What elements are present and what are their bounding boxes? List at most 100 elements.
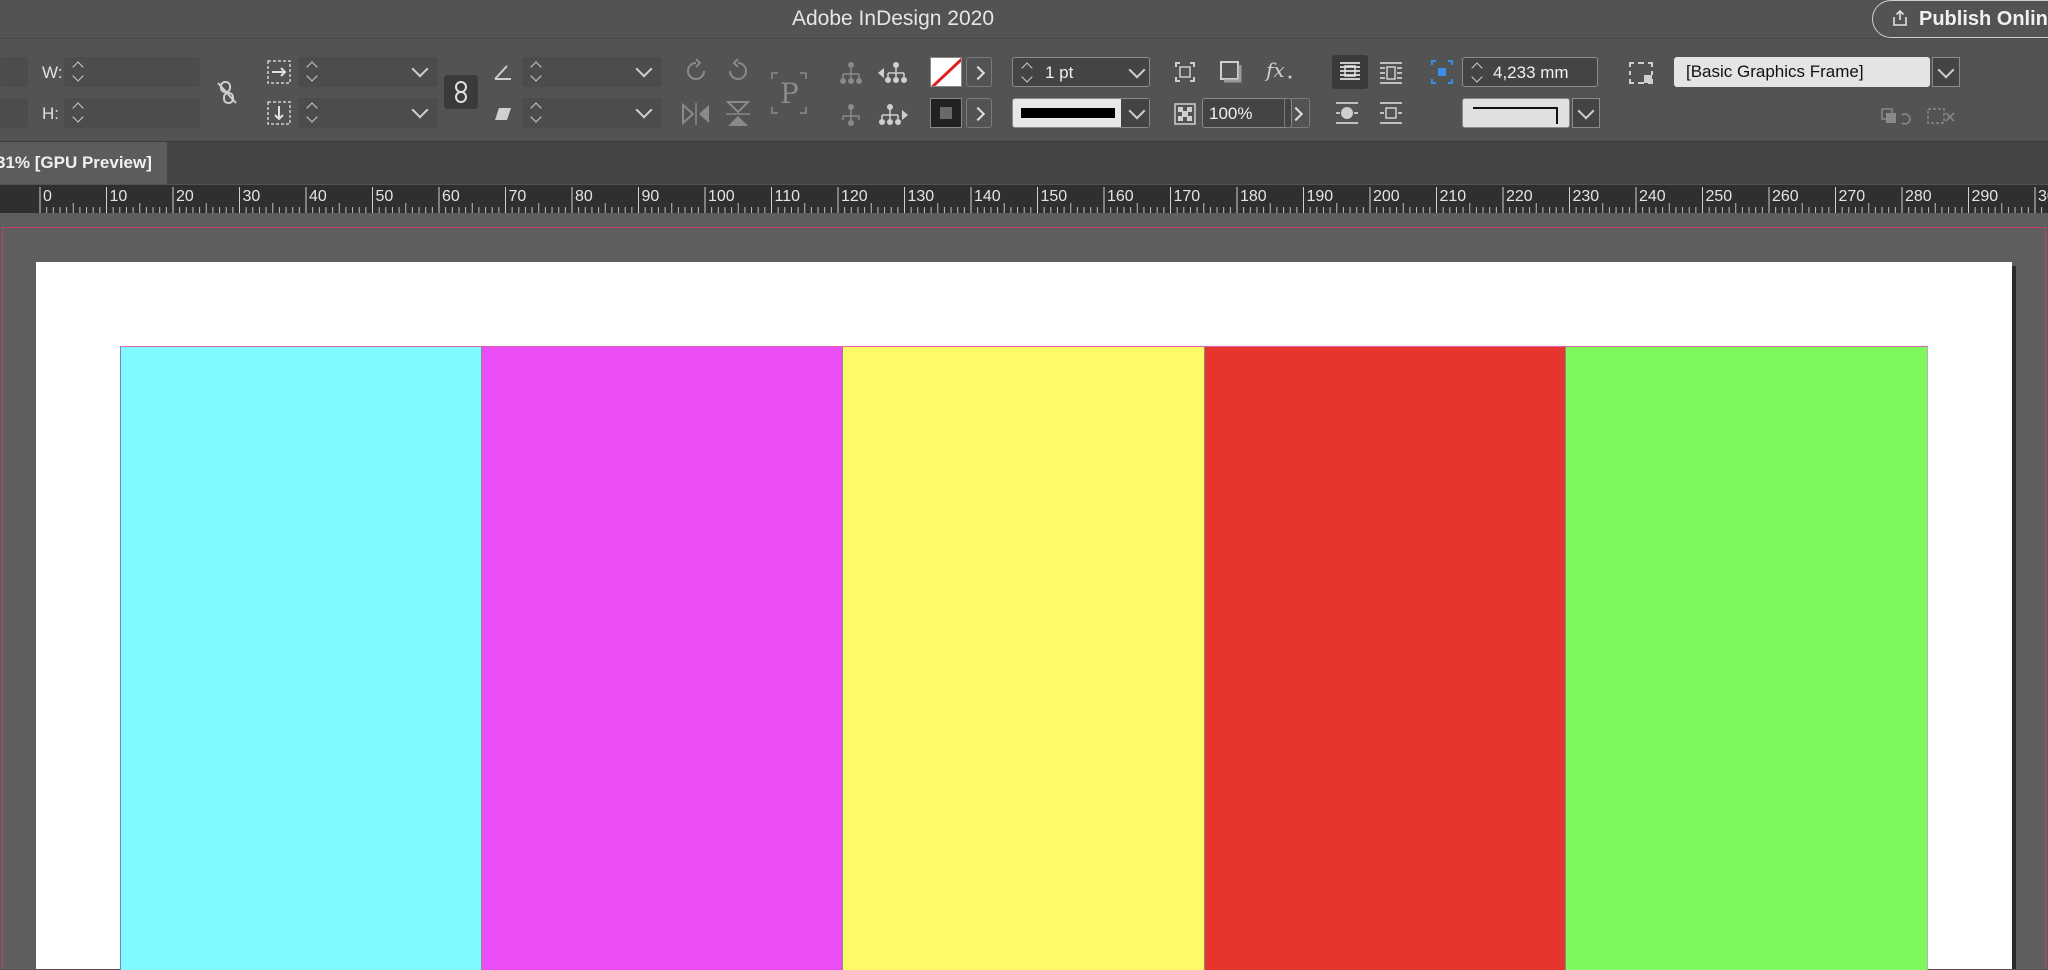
- ruler-label: 110: [775, 188, 801, 206]
- clear-attributes-icon[interactable]: [1926, 105, 1958, 127]
- share-icon: [1891, 9, 1909, 27]
- ruler-label: 260: [1772, 188, 1799, 206]
- jump-object-icon[interactable]: [1378, 101, 1404, 125]
- publish-online-button[interactable]: Publish Online: [1872, 0, 2048, 38]
- clear-overrides-icon[interactable]: [1880, 105, 1912, 127]
- shear-stepper[interactable]: [528, 100, 544, 126]
- ruler-label: 230: [1573, 188, 1600, 206]
- app-title: Adobe InDesign 2020: [0, 7, 1786, 31]
- color-stripes-group: [120, 346, 1928, 969]
- ruler-label: 10: [110, 188, 128, 206]
- x-field[interactable]: [0, 57, 28, 87]
- color-stripe-frame[interactable]: [482, 347, 844, 970]
- select-content-icon[interactable]: [836, 101, 866, 129]
- select-previous-object-icon[interactable]: [876, 59, 910, 87]
- link-icon: [453, 80, 469, 104]
- flip-vertical-icon[interactable]: [724, 99, 752, 129]
- fill-menu-button[interactable]: [966, 57, 992, 87]
- unlink-proportions-icon[interactable]: [216, 79, 238, 107]
- frame-inset-stepper[interactable]: [1469, 60, 1485, 86]
- scale-x-stepper[interactable]: [304, 59, 320, 85]
- stroke-swatch-inner: [940, 107, 952, 119]
- scale-x-field[interactable]: [298, 57, 438, 87]
- color-stripe-frame[interactable]: [1566, 347, 1928, 970]
- horizontal-ruler[interactable]: 0102030405060708090100110120130140150160…: [0, 185, 2048, 214]
- document-tab[interactable]: 31% [GPU Preview]: [0, 142, 167, 184]
- scale-y-stepper[interactable]: [304, 100, 320, 126]
- stroke-swatch[interactable]: [930, 98, 962, 128]
- frame-inset-field[interactable]: 4,233 mm: [1462, 57, 1598, 87]
- ruler-label: 90: [642, 188, 660, 206]
- rotation-angle-icon: [492, 61, 514, 83]
- rotation-stepper[interactable]: [528, 59, 544, 85]
- width-field[interactable]: [64, 57, 200, 87]
- no-text-wrap-button[interactable]: [1332, 55, 1368, 89]
- corner-shape-field[interactable]: [1462, 98, 1570, 128]
- ruler-label: 150: [1041, 188, 1068, 206]
- chevron-down-icon[interactable]: [412, 61, 429, 78]
- color-stripe-frame[interactable]: [843, 347, 1205, 970]
- ruler-label: 60: [442, 188, 460, 206]
- ruler-label: 240: [1639, 188, 1666, 206]
- ruler-label: 280: [1905, 188, 1932, 206]
- ruler-label: 0: [43, 188, 52, 206]
- stroke-weight-field[interactable]: 1 pt: [1012, 57, 1150, 87]
- document-tab-label: 31% [GPU Preview]: [0, 153, 152, 173]
- text-wrap-none-icon: [1338, 61, 1362, 83]
- width-stepper[interactable]: [70, 59, 86, 85]
- color-stripe-frame[interactable]: [120, 347, 482, 970]
- ruler-label: 70: [509, 188, 527, 206]
- object-style-value: [Basic Graphics Frame]: [1686, 62, 1864, 82]
- wrap-around-bounding-box-icon[interactable]: [1378, 61, 1404, 85]
- rotation-angle-field[interactable]: [522, 57, 662, 87]
- ruler-label: 40: [309, 188, 327, 206]
- stroke-menu-button[interactable]: [966, 98, 992, 128]
- shear-angle-field[interactable]: [522, 98, 662, 128]
- chevron-down-icon[interactable]: [1129, 62, 1146, 79]
- flip-horizontal-icon[interactable]: [680, 101, 712, 127]
- ruler-label: 180: [1240, 188, 1267, 206]
- fill-swatch[interactable]: [930, 57, 962, 87]
- frame-fitting-icon[interactable]: [1172, 59, 1198, 85]
- chevron-down-icon[interactable]: [412, 102, 429, 119]
- stroke-type-preview: [1021, 108, 1115, 118]
- object-style-dropdown[interactable]: [1932, 57, 1960, 87]
- opacity-value: 100%: [1209, 104, 1252, 124]
- select-container-icon[interactable]: [836, 59, 866, 87]
- ruler-label: 30: [243, 188, 261, 206]
- effects-icon[interactable]: fx: [1264, 57, 1294, 85]
- stroke-weight-stepper[interactable]: [1019, 60, 1035, 86]
- y-field[interactable]: [0, 98, 28, 128]
- document-tab-bar: 31% [GPU Preview]: [0, 142, 2048, 184]
- object-styles-icon[interactable]: [1628, 61, 1654, 85]
- opacity-field[interactable]: 100%: [1202, 98, 1292, 128]
- chevron-down-icon: [1578, 103, 1595, 120]
- ruler-label: 160: [1107, 188, 1134, 206]
- object-style-select[interactable]: [Basic Graphics Frame]: [1674, 57, 1930, 87]
- ruler-label: 270: [1839, 188, 1866, 206]
- chevron-down-icon[interactable]: [636, 102, 653, 119]
- scale-y-icon: [266, 100, 292, 126]
- constrain-proportions-button[interactable]: [444, 75, 478, 109]
- ruler-label: 20: [176, 188, 194, 206]
- frame-inset-icon: [1430, 59, 1454, 85]
- control-panel: W: H: P: [0, 39, 2048, 142]
- ruler-label: 50: [376, 188, 394, 206]
- corner-shape-preview-icon: [1471, 104, 1563, 126]
- height-field[interactable]: [64, 98, 200, 128]
- corner-shape-dropdown[interactable]: [1572, 98, 1600, 128]
- rotate-counterclockwise-icon[interactable]: [724, 57, 752, 85]
- wrap-around-object-shape-icon[interactable]: [1334, 101, 1360, 125]
- scale-y-field[interactable]: [298, 98, 438, 128]
- ruler-label: 30: [2038, 188, 2048, 206]
- opacity-menu-button[interactable]: [1284, 98, 1310, 128]
- drop-shadow-icon[interactable]: [1218, 59, 1244, 85]
- ruler-label: 290: [1972, 188, 1999, 206]
- color-stripe-frame[interactable]: [1205, 347, 1567, 970]
- rotate-clockwise-icon[interactable]: [682, 57, 710, 85]
- chevron-down-icon[interactable]: [636, 61, 653, 78]
- opacity-icon: [1172, 101, 1198, 127]
- stroke-type-field[interactable]: [1012, 98, 1150, 128]
- select-next-object-icon[interactable]: [876, 101, 910, 129]
- height-stepper[interactable]: [70, 100, 86, 126]
